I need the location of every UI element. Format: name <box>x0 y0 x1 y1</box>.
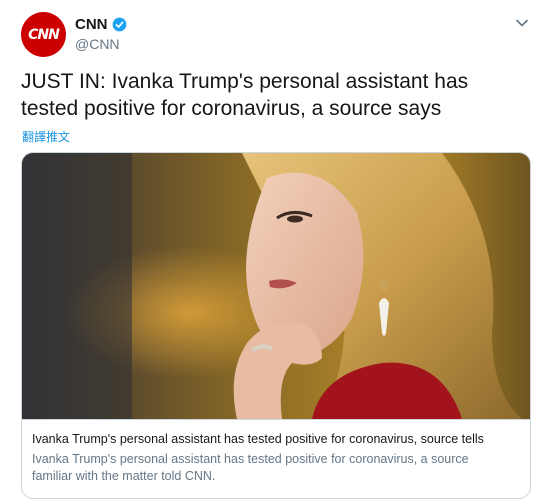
card-title[interactable]: Ivanka Trump's personal assistant has te… <box>32 432 527 446</box>
verified-badge-icon <box>112 17 126 32</box>
chevron-down-icon[interactable] <box>515 16 529 30</box>
avatar-logo-text: CNN <box>28 26 60 43</box>
avatar[interactable]: CNN <box>21 12 66 57</box>
tweet-header: CNN CNN @CNN <box>21 12 533 58</box>
card-body[interactable]: Ivanka Trump's personal assistant has te… <box>22 419 530 483</box>
tweet-text: JUST IN: Ivanka Trump's personal assista… <box>21 70 469 120</box>
author-name-row: CNN <box>75 16 127 33</box>
link-card[interactable]: Ivanka Trump's personal assistant has te… <box>21 152 531 499</box>
translate-tweet-link[interactable]: 翻譯推文 <box>22 128 70 145</box>
display-name[interactable]: CNN <box>75 16 108 33</box>
card-image[interactable] <box>22 153 530 419</box>
card-description: Ivanka Trump's personal assistant has te… <box>32 452 469 483</box>
user-handle[interactable]: @CNN <box>75 36 120 52</box>
